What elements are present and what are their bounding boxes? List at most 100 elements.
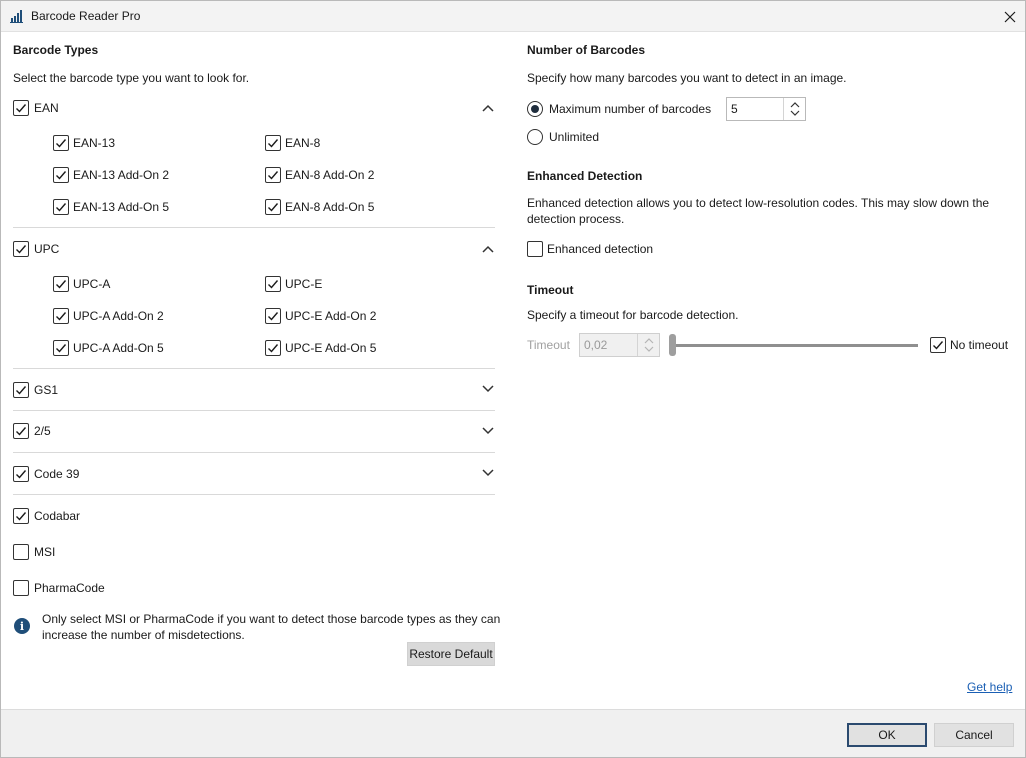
gs1-checkbox[interactable] [13, 382, 29, 398]
barcode-types-heading: Barcode Types [13, 43, 99, 57]
timeout-slider-track[interactable] [671, 344, 918, 347]
ean-13-addon5-checkbox[interactable] [53, 199, 69, 215]
number-of-barcodes-description: Specify how many barcodes you want to de… [527, 71, 847, 85]
max-barcodes-value: 5 [731, 102, 738, 116]
maximum-barcodes-label: Maximum number of barcodes [549, 102, 712, 116]
upc-e-addon5-label: UPC-E Add-On 5 [285, 341, 377, 355]
ean-13-addon2-checkbox[interactable] [53, 167, 69, 183]
ean-8-checkbox[interactable] [265, 135, 281, 151]
close-icon [1004, 11, 1016, 22]
checkmark-icon [56, 139, 67, 148]
checkmark-icon [16, 104, 27, 113]
chevron-down-icon[interactable] [644, 346, 654, 352]
upc-a-checkbox[interactable] [53, 276, 69, 292]
upc-a-addon2-label: UPC-A Add-On 2 [73, 309, 164, 323]
checkmark-icon [56, 280, 67, 289]
ean-checkbox[interactable] [13, 100, 29, 116]
stepper-buttons[interactable] [783, 98, 805, 120]
codabar-checkbox[interactable] [13, 508, 29, 524]
divider [13, 410, 495, 411]
chevron-down-icon[interactable] [481, 468, 495, 478]
upc-a-addon5-checkbox[interactable] [53, 340, 69, 356]
enhanced-detection-description: Enhanced detection allows you to detect … [527, 196, 990, 226]
checkmark-icon [268, 203, 279, 212]
checkmark-icon [268, 139, 279, 148]
ean-13-addon5-label: EAN-13 Add-On 5 [73, 200, 170, 214]
pharmacode-label: PharmaCode [34, 581, 105, 595]
timeout-field-label: Timeout [527, 338, 570, 352]
upc-e-addon5-checkbox[interactable] [265, 340, 281, 356]
upc-e-label: UPC-E [285, 277, 323, 291]
stepper-buttons[interactable] [637, 334, 659, 356]
upc-a-addon2-checkbox[interactable] [53, 308, 69, 324]
upc-e-checkbox[interactable] [265, 276, 281, 292]
ean-8-addon2-checkbox[interactable] [265, 167, 281, 183]
upc-a-label: UPC-A [73, 277, 111, 291]
restore-default-button[interactable]: Restore Default [407, 642, 495, 666]
checkmark-icon [56, 171, 67, 180]
chevron-up-icon[interactable] [790, 102, 800, 108]
timeout-slider-thumb[interactable] [669, 334, 676, 356]
pharmacode-checkbox[interactable] [13, 580, 29, 596]
dialog-footer: OK Cancel [1, 709, 1025, 757]
max-barcodes-stepper[interactable]: 5 [726, 97, 806, 121]
timeout-value: 0,02 [584, 338, 608, 352]
ean-8-addon2-label: EAN-8 Add-On 2 [285, 168, 375, 182]
info-icon: i [14, 618, 30, 634]
checkmark-icon [56, 203, 67, 212]
upc-checkbox[interactable] [13, 241, 29, 257]
checkmark-icon [56, 344, 67, 353]
enhanced-detection-checkbox[interactable] [527, 241, 543, 257]
enhanced-detection-heading: Enhanced Detection [527, 169, 643, 183]
ean-8-addon5-checkbox[interactable] [265, 199, 281, 215]
ok-button[interactable]: OK [847, 723, 927, 747]
dialog-window: Barcode Reader Pro Barcode Types Select … [0, 0, 1026, 758]
checkmark-icon [268, 312, 279, 321]
chevron-down-icon[interactable] [790, 110, 800, 116]
chevron-up-icon[interactable] [481, 103, 495, 113]
barcode-types-description: Select the barcode type you want to look… [13, 71, 250, 85]
info-note-text: Only select MSI or PharmaCode if you wan… [42, 612, 501, 642]
upc-e-addon2-label: UPC-E Add-On 2 [285, 309, 377, 323]
ean-label: EAN [34, 101, 59, 115]
radio-selected-dot [531, 105, 539, 113]
divider [13, 452, 495, 453]
checkmark-icon [933, 341, 944, 350]
chevron-down-icon[interactable] [481, 426, 495, 436]
timeout-stepper[interactable]: 0,02 [579, 333, 660, 357]
ean-13-checkbox[interactable] [53, 135, 69, 151]
gs1-label: GS1 [34, 383, 59, 397]
chevron-up-icon[interactable] [644, 338, 654, 344]
cancel-button[interactable]: Cancel [934, 723, 1014, 747]
chevron-down-icon[interactable] [481, 384, 495, 394]
msi-label: MSI [34, 545, 56, 559]
enhanced-detection-label: Enhanced detection [547, 242, 654, 256]
checkmark-icon [16, 512, 27, 521]
codabar-label: Codabar [34, 509, 81, 523]
get-help-link[interactable]: Get help [967, 680, 1012, 694]
unlimited-radio[interactable] [527, 129, 543, 145]
maximum-barcodes-radio[interactable] [527, 101, 543, 117]
checkmark-icon [268, 171, 279, 180]
checkmark-icon [56, 312, 67, 321]
checkmark-icon [268, 344, 279, 353]
code39-checkbox[interactable] [13, 466, 29, 482]
ean-8-addon5-label: EAN-8 Add-On 5 [285, 200, 375, 214]
timeout-heading: Timeout [527, 283, 574, 297]
ean-8-label: EAN-8 [285, 136, 321, 150]
divider [13, 227, 495, 228]
msi-checkbox[interactable] [13, 544, 29, 560]
unlimited-label: Unlimited [549, 130, 600, 144]
checkmark-icon [16, 245, 27, 254]
two-five-label: 2/5 [34, 424, 51, 438]
barcode-app-icon [10, 10, 24, 23]
timeout-description: Specify a timeout for barcode detection. [527, 308, 739, 322]
window-title: Barcode Reader Pro [31, 9, 141, 23]
checkmark-icon [16, 386, 27, 395]
upc-e-addon2-checkbox[interactable] [265, 308, 281, 324]
no-timeout-checkbox[interactable] [930, 337, 946, 353]
chevron-up-icon[interactable] [481, 244, 495, 254]
checkmark-icon [16, 470, 27, 479]
two-five-checkbox[interactable] [13, 423, 29, 439]
close-button[interactable] [995, 1, 1025, 32]
